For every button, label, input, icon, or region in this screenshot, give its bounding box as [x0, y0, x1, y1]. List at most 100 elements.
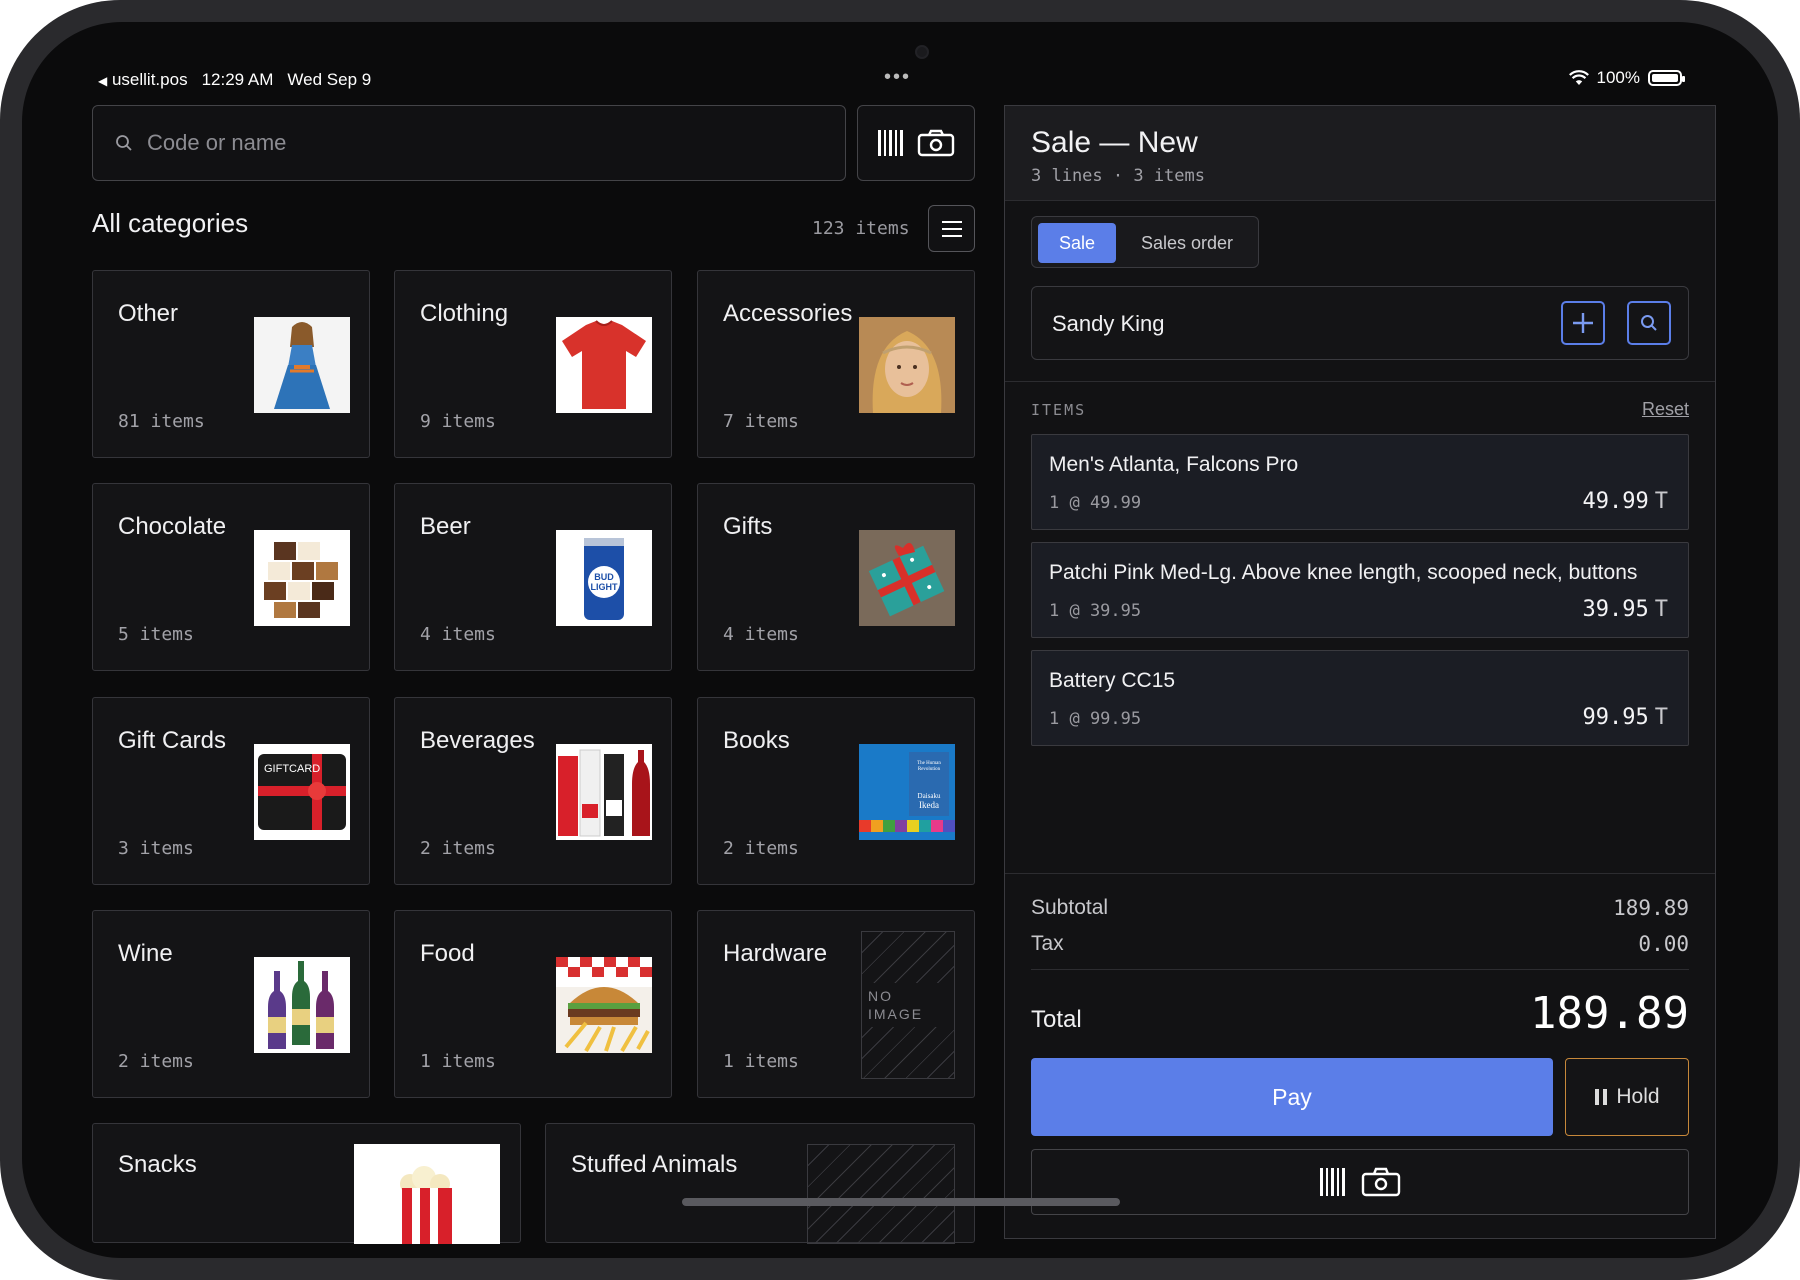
line-price: 99.95 T [1583, 705, 1668, 730]
no-image-label: NO IMAGE [862, 983, 954, 1027]
category-name: Other [118, 300, 179, 327]
category-name: Books [723, 727, 790, 754]
category-name: Clothing [420, 300, 509, 327]
line-tax-flag: T [1654, 489, 1668, 514]
status-date: Wed Sep 9 [287, 70, 372, 89]
tshirt-photo-icon [556, 317, 652, 413]
search-box[interactable] [92, 105, 846, 181]
category-name: Snacks [118, 1151, 197, 1178]
pay-button[interactable]: Pay [1031, 1058, 1553, 1136]
plus-icon [1573, 313, 1593, 333]
category-count: 2 items [723, 838, 799, 859]
category-name: Gifts [723, 513, 773, 540]
category-count: 1 items [723, 1051, 799, 1072]
customer-field[interactable]: Sandy King [1031, 286, 1689, 360]
no-image-placeholder: NO IMAGE [861, 931, 955, 1079]
category-tile-gift-cards[interactable]: Gift Cards 3 items GIFTCARD [92, 697, 370, 885]
category-name: Wine [118, 940, 173, 967]
category-count: 4 items [723, 624, 799, 645]
menu-button[interactable] [928, 205, 975, 252]
line-tax-flag: T [1654, 597, 1668, 622]
category-tile-books[interactable]: Books 2 items The Human Revolution Daisaku… [697, 697, 975, 885]
category-count: 3 items [118, 838, 194, 859]
category-name: Beer [420, 513, 471, 540]
back-app-link[interactable]: ◀ usellit.pos [98, 70, 188, 90]
line-price-value: 99.95 [1582, 705, 1649, 730]
category-tile-snacks[interactable]: Snacks [92, 1123, 521, 1244]
tax-value: 0.00 [1638, 932, 1689, 956]
sale-panel: Sale — New 3 lines · 3 items Sale Sales … [1004, 105, 1716, 1239]
barcode-icon [878, 130, 903, 156]
svg-text:Daisaku: Daisaku [918, 792, 941, 800]
category-tile-hardware[interactable]: Hardware 1 items NO IMAGE [697, 910, 975, 1098]
tab-sale[interactable]: Sale [1038, 223, 1116, 263]
scan-button[interactable] [857, 105, 975, 181]
search-icon [116, 135, 132, 151]
pause-icon [1595, 1089, 1608, 1105]
divider [1005, 873, 1715, 874]
menu-line [941, 220, 962, 223]
status-left: ◀ usellit.pos 12:29 AM Wed Sep 9 [98, 70, 371, 90]
line-item[interactable]: Men's Atlanta, Falcons Pro 1 @ 49.99 49.… [1031, 434, 1689, 530]
status-bar: ◀ usellit.pos 12:29 AM Wed Sep 9 ••• 100… [22, 22, 1778, 102]
category-name: Chocolate [118, 513, 227, 540]
wifi-icon [1568, 70, 1589, 85]
category-count: 2 items [420, 838, 496, 859]
category-tile-chocolate[interactable]: Chocolate 5 items [92, 483, 370, 671]
category-count: 7 items [723, 411, 799, 432]
multitask-dots-icon[interactable]: ••• [884, 66, 911, 89]
no-image-placeholder [807, 1144, 955, 1244]
line-qty: 1 @ 99.95 [1049, 709, 1142, 729]
line-price: 39.95 T [1583, 597, 1668, 622]
category-name: Hardware [723, 940, 828, 967]
scan-bottom-button[interactable] [1031, 1149, 1689, 1215]
search-icon [1641, 315, 1657, 331]
dress-photo-icon [254, 317, 350, 413]
category-tile-stuffed-animals[interactable]: Stuffed Animals [545, 1123, 975, 1244]
search-input[interactable] [147, 130, 787, 156]
hold-button[interactable]: Hold [1565, 1058, 1689, 1136]
category-count: 2 items [118, 1051, 194, 1072]
search-customer-button[interactable] [1627, 301, 1671, 345]
bottles-photo-icon [556, 744, 652, 840]
chocolate-photo-icon [254, 530, 350, 626]
camera-icon [1361, 1167, 1401, 1197]
reset-button[interactable]: Reset [1642, 399, 1689, 420]
line-qty: 1 @ 39.95 [1049, 601, 1142, 621]
category-name: Beverages [420, 727, 535, 754]
divider [1005, 381, 1715, 382]
category-name: Gift Cards [118, 727, 227, 754]
categories-count: 123 items [812, 218, 910, 239]
add-customer-button[interactable] [1561, 301, 1605, 345]
line-item[interactable]: Battery CC15 1 @ 99.95 99.95 T [1031, 650, 1689, 746]
category-tile-clothing[interactable]: Clothing 9 items [394, 270, 672, 458]
home-indicator[interactable] [682, 1198, 1120, 1206]
category-tile-beverages[interactable]: Beverages 2 items [394, 697, 672, 885]
customer-name: Sandy King [1052, 311, 1165, 336]
hold-label: Hold [1616, 1085, 1660, 1108]
svg-text:Ikeda: Ikeda [919, 800, 939, 810]
svg-text:LIGHT: LIGHT [591, 582, 618, 592]
popcorn-photo-icon [354, 1144, 500, 1244]
category-tile-beer[interactable]: Beer 4 items BUD LIGHT [394, 483, 672, 671]
category-tile-accessories[interactable]: Accessories 7 items [697, 270, 975, 458]
category-tile-gifts[interactable]: Gifts 4 items [697, 483, 975, 671]
category-tile-food[interactable]: Food 1 items [394, 910, 672, 1098]
headband-photo-icon [859, 317, 955, 413]
gift-card-photo-icon: GIFTCARD [254, 744, 350, 840]
total-label: Total [1031, 1006, 1082, 1033]
line-item[interactable]: Patchi Pink Med-Lg. Above knee length, s… [1031, 542, 1689, 638]
tab-sales-order[interactable]: Sales order [1120, 223, 1254, 263]
category-tile-other[interactable]: Other 81 items [92, 270, 370, 458]
status-right: 100% [1568, 68, 1685, 88]
tax-row: Tax 0.00 [1031, 932, 1689, 956]
battery-icon [1648, 70, 1685, 86]
category-count: 1 items [420, 1051, 496, 1072]
line-name: Battery CC15 [1049, 669, 1176, 692]
battery-percent: 100% [1596, 68, 1640, 87]
beer-can-text: BUD [594, 572, 614, 582]
category-tile-wine[interactable]: Wine 2 items [92, 910, 370, 1098]
status-time: 12:29 AM [201, 70, 274, 89]
back-arrow-icon: ◀ [98, 74, 108, 88]
barcode-icon [1320, 1168, 1345, 1196]
